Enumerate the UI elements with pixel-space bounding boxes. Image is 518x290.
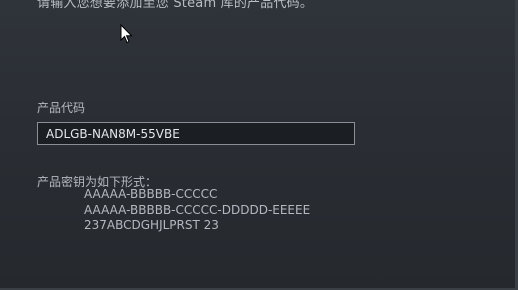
format-example: AAAAA-BBBBB-CCCCC (84, 187, 218, 201)
product-code-label: 产品代码 (37, 101, 86, 115)
product-code-input[interactable] (37, 122, 355, 145)
format-examples-list: AAAAA-BBBBB-CCCCC AAAAA-BBBBB-CCCCC-DDDD… (84, 187, 310, 234)
dialog-body: 请输入您想要添加至您 Steam 库的产品代码。 产品代码 产品密钥为如下形式：… (0, 0, 518, 290)
format-example: 237ABCDGHJLPRST 23 (84, 218, 219, 232)
mouse-pointer-icon (120, 24, 133, 44)
format-example: AAAAA-BBBBB-CCCCC-DDDDD-EEEEE (84, 202, 311, 217)
instruction-text: 请输入您想要添加至您 Steam 库的产品代码。 (37, 0, 314, 11)
